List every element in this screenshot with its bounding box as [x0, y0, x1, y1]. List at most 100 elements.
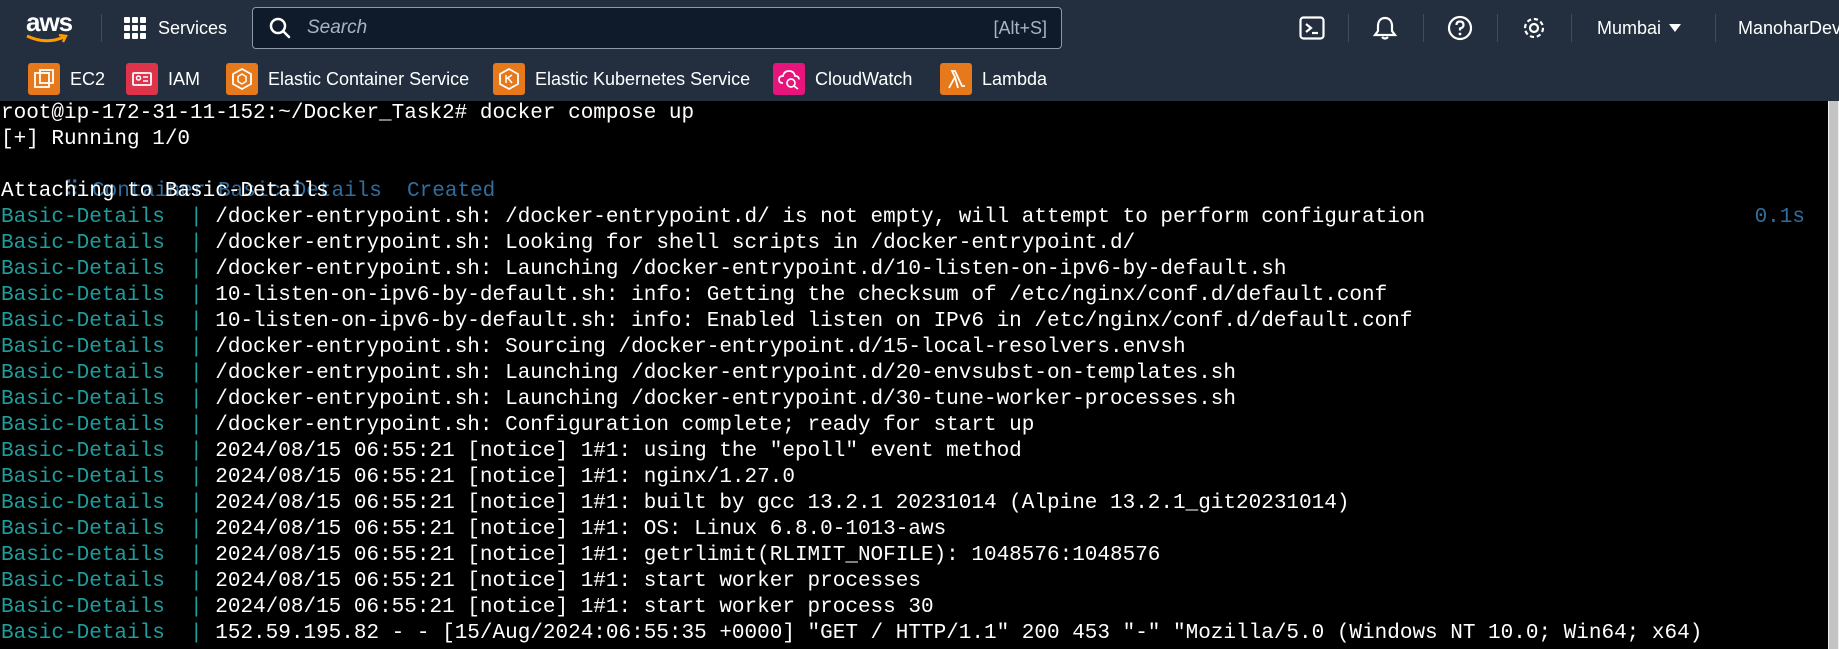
favorite-ecs[interactable]: Elastic Container Service	[226, 62, 469, 96]
cloudshell-icon[interactable]	[1298, 14, 1326, 42]
log-prefix: Basic-Details |	[1, 622, 216, 645]
log-prefix: Basic-Details |	[1, 284, 216, 307]
favorite-cloudwatch[interactable]: CloudWatch	[773, 62, 912, 96]
log-line: Basic-Details | 2024/08/15 06:55:21 [not…	[1, 543, 1160, 569]
gear-icon[interactable]	[1520, 14, 1548, 42]
search-input[interactable]	[305, 16, 994, 40]
log-line: Basic-Details | /docker-entrypoint.sh: L…	[1, 361, 1236, 387]
favorite-ec2[interactable]: EC2	[28, 62, 105, 96]
iam-icon	[126, 63, 158, 95]
divider	[1571, 14, 1572, 42]
aws-logo-text: aws	[26, 7, 73, 37]
terminal-line: root@ip-172-31-11-152:~/Docker_Task2# do…	[1, 102, 695, 125]
divider	[1348, 14, 1349, 42]
log-text: /docker-entrypoint.sh: Launching /docker…	[215, 388, 1237, 411]
services-label: Services	[158, 17, 228, 38]
favorite-label: CloudWatch	[815, 68, 913, 89]
search-box[interactable]: [Alt+S]	[252, 7, 1062, 49]
favorite-iam[interactable]: IAM	[126, 62, 200, 96]
aws-logo[interactable]: aws	[26, 8, 76, 44]
log-line: Basic-Details | 2024/08/15 06:55:21 [not…	[1, 465, 795, 491]
log-line: Basic-Details | /docker-entrypoint.sh: L…	[1, 231, 1135, 257]
log-text: 2024/08/15 06:55:21 [notice] 1#1: nginx/…	[215, 466, 795, 489]
favorites-bar: EC2 IAM Elastic Container Service Elasti…	[0, 56, 1839, 101]
log-text: /docker-entrypoint.sh: Launching /docker…	[215, 362, 1237, 385]
divider	[1423, 14, 1424, 42]
log-line: Basic-Details | 2024/08/15 06:55:21 [not…	[1, 439, 1022, 465]
account-name: ManoharDev	[1738, 18, 1839, 38]
favorite-lambda[interactable]: Lambda	[940, 62, 1047, 96]
terminal-output[interactable]: root@ip-172-31-11-152:~/Docker_Task2# do…	[0, 101, 1839, 649]
aws-smile-icon	[26, 34, 68, 43]
favorite-label: Elastic Container Service	[268, 68, 470, 89]
cloudwatch-icon	[773, 63, 805, 95]
log-text: 2024/08/15 06:55:21 [notice] 1#1: OS: Li…	[215, 518, 947, 541]
caret-down-icon	[1669, 24, 1682, 32]
log-prefix: Basic-Details |	[1, 258, 216, 281]
log-prefix: Basic-Details |	[1, 492, 216, 515]
log-text: 2024/08/15 06:55:21 [notice] 1#1: start …	[215, 596, 934, 619]
log-text: 152.59.195.82 - - [15/Aug/2024:06:55:35 …	[215, 622, 1703, 645]
log-text: 2024/08/15 06:55:21 [notice] 1#1: start …	[215, 570, 921, 593]
log-prefix: Basic-Details |	[1, 570, 216, 593]
ec2-icon	[28, 63, 60, 95]
log-prefix: Basic-Details |	[1, 388, 216, 411]
region-label: Mumbai	[1597, 17, 1662, 38]
log-text: 2024/08/15 06:55:21 [notice] 1#1: getrli…	[215, 544, 1161, 567]
log-prefix: Basic-Details |	[1, 544, 216, 567]
log-prefix: Basic-Details |	[1, 596, 216, 619]
log-text: 10-listen-on-ipv6-by-default.sh: info: E…	[215, 310, 1413, 333]
log-line: Basic-Details | 152.59.195.82 - - [15/Au…	[1, 621, 1702, 647]
log-prefix: Basic-Details |	[1, 440, 216, 463]
log-prefix: Basic-Details |	[1, 414, 216, 437]
log-line: Basic-Details | 2024/08/15 06:55:21 [not…	[1, 569, 921, 595]
log-line: Basic-Details | 10-listen-on-ipv6-by-def…	[1, 283, 1387, 309]
log-prefix: Basic-Details |	[1, 232, 216, 255]
grid-icon	[124, 17, 146, 39]
ecs-icon	[226, 63, 258, 95]
search-shortcut-hint: [Alt+S]	[993, 17, 1047, 38]
scrollbar-thumb[interactable]	[1829, 101, 1838, 649]
log-line: Basic-Details | /docker-entrypoint.sh: L…	[1, 257, 1286, 283]
log-prefix: Basic-Details |	[1, 466, 216, 489]
log-text: /docker-entrypoint.sh: /docker-entrypoin…	[215, 206, 1426, 229]
log-prefix: Basic-Details |	[1, 206, 216, 229]
container-time: 0.1s	[1754, 206, 1805, 229]
log-text: /docker-entrypoint.sh: Sourcing /docker-…	[215, 336, 1186, 359]
log-prefix: Basic-Details |	[1, 310, 216, 333]
log-line: Basic-Details | 2024/08/15 06:55:21 [not…	[1, 491, 1349, 517]
divider	[101, 14, 102, 42]
log-prefix: Basic-Details |	[1, 518, 216, 541]
log-line: Basic-Details | 2024/08/15 06:55:21 [not…	[1, 517, 946, 543]
favorite-eks[interactable]: Elastic Kubernetes Service	[493, 62, 750, 96]
divider	[1715, 14, 1716, 42]
log-text: /docker-entrypoint.sh: Configuration com…	[215, 414, 1035, 437]
services-menu-button[interactable]: Services	[124, 14, 227, 42]
favorite-label: Elastic Kubernetes Service	[535, 68, 751, 89]
favorite-label: IAM	[168, 68, 201, 89]
help-icon[interactable]	[1446, 14, 1474, 42]
log-text: /docker-entrypoint.sh: Looking for shell…	[215, 232, 1136, 255]
aws-top-navigation: aws Services [Alt+S]	[0, 0, 1839, 56]
favorite-label: EC2	[70, 68, 106, 89]
eks-icon	[493, 63, 525, 95]
log-text: /docker-entrypoint.sh: Launching /docker…	[215, 258, 1287, 281]
log-line: Basic-Details | 10-listen-on-ipv6-by-def…	[1, 309, 1412, 335]
search-icon	[269, 17, 291, 39]
account-menu[interactable]: ManoharDev	[1738, 14, 1839, 42]
terminal-scrollbar[interactable]	[1828, 101, 1839, 649]
log-text: 2024/08/15 06:55:21 [notice] 1#1: using …	[215, 440, 1022, 463]
log-prefix: Basic-Details |	[1, 336, 216, 359]
region-selector[interactable]: Mumbai	[1597, 14, 1682, 42]
terminal-line: [+] Running 1/0	[1, 128, 191, 151]
log-text: 2024/08/15 06:55:21 [notice] 1#1: built …	[215, 492, 1350, 515]
bell-icon[interactable]	[1371, 14, 1399, 42]
divider	[1497, 14, 1498, 42]
log-line: Basic-Details | /docker-entrypoint.sh: S…	[1, 335, 1186, 361]
log-line: Basic-Details | /docker-entrypoint.sh: C…	[1, 413, 1034, 439]
log-line: Basic-Details | /docker-entrypoint.sh: /…	[1, 205, 1425, 231]
log-line: Basic-Details | 2024/08/15 06:55:21 [not…	[1, 595, 934, 621]
terminal-line: ⠿ Container Basic-Details Created 0.1s	[1, 153, 1821, 229]
favorite-label: Lambda	[982, 68, 1048, 89]
log-text: 10-listen-on-ipv6-by-default.sh: info: G…	[215, 284, 1388, 307]
